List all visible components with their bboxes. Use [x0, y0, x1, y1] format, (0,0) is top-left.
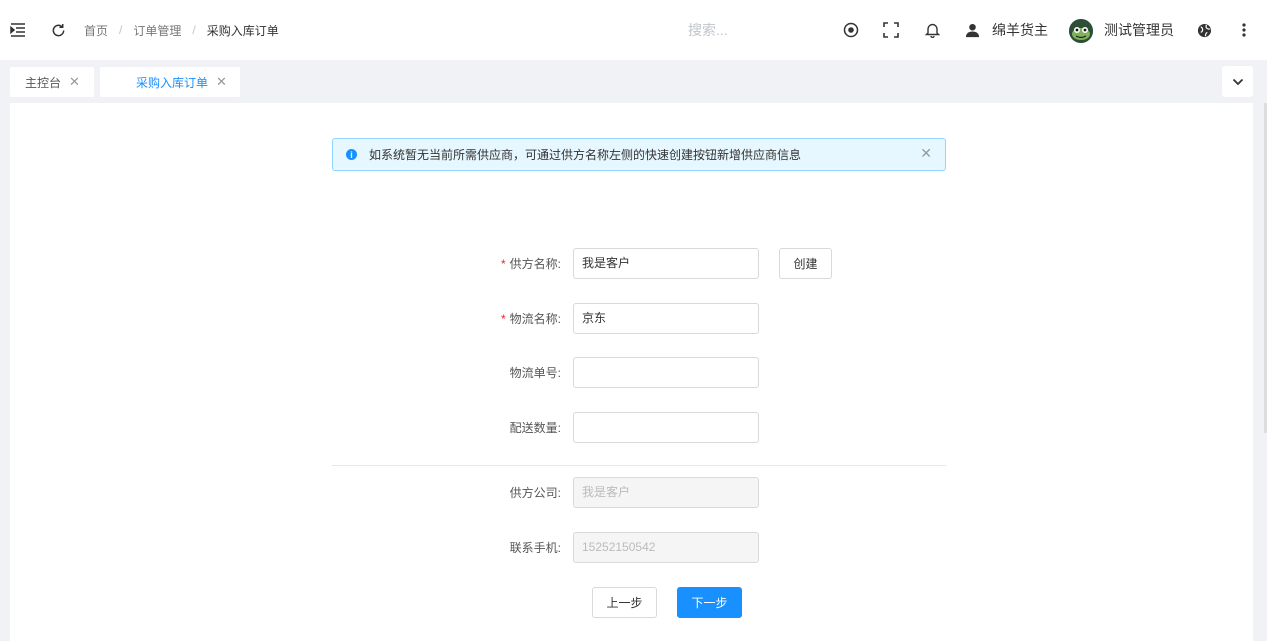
top-header: 首页 / 订单管理 / 采购入库订单 搜索... 绵羊货主 测试管理员: [0, 0, 1267, 60]
tab-purchase-inbound-order[interactable]: 采购入库订单 ✕: [100, 67, 240, 97]
avatar[interactable]: [1069, 19, 1093, 43]
supplier-company-input: 我是客户: [573, 477, 759, 508]
info-alert: i 如系统暂无当前所需供应商，可通过供方名称左侧的快速创建按钮新增供应商信息 ✕: [332, 138, 946, 171]
search-input[interactable]: 搜索...: [688, 0, 728, 60]
bell-icon[interactable]: [922, 0, 942, 60]
tab-dashboard[interactable]: 主控台 ✕: [10, 67, 94, 97]
breadcrumb-separator: /: [192, 23, 196, 37]
record-icon[interactable]: [841, 0, 861, 60]
logistics-name-label: * 物流名称:: [500, 312, 561, 326]
alert-text: 如系统暂无当前所需供应商，可通过供方名称左侧的快速创建按钮新增供应商信息: [369, 148, 802, 162]
user-name[interactable]: 绵羊货主: [992, 0, 1048, 60]
tab-dropdown-button[interactable]: [1222, 66, 1253, 97]
prev-step-button[interactable]: 上一步: [592, 587, 657, 618]
delivery-qty-input[interactable]: [573, 412, 759, 443]
breadcrumb-home[interactable]: 首页: [84, 22, 108, 39]
required-mark: *: [500, 312, 506, 326]
logistics-no-label: 物流单号:: [509, 366, 561, 380]
form-row-supplier-name: * 供方名称: 我是客户 创建: [10, 248, 1253, 280]
form-row-logistics-no: 物流单号:: [10, 357, 1253, 389]
admin-name[interactable]: 测试管理员: [1104, 0, 1174, 60]
required-mark: *: [500, 257, 506, 271]
form-row-logistics-name: * 物流名称: 京东: [10, 303, 1253, 335]
delivery-qty-label: 配送数量:: [509, 421, 561, 435]
menu-fold-icon[interactable]: [8, 0, 28, 60]
fullscreen-icon[interactable]: [881, 0, 901, 60]
refresh-icon[interactable]: [48, 0, 68, 60]
breadcrumb-separator: /: [119, 23, 123, 37]
supplier-name-label: * 供方名称:: [500, 257, 561, 271]
create-supplier-button[interactable]: 创建: [779, 248, 832, 279]
info-icon: i: [346, 149, 357, 160]
user-icon: [963, 0, 981, 60]
next-step-button[interactable]: 下一步: [677, 587, 742, 618]
logistics-no-input[interactable]: [573, 357, 759, 388]
form-row-contact-phone: 联系手机: 15252150542: [10, 532, 1253, 564]
tab-label: 主控台: [25, 75, 62, 90]
form-divider: [332, 465, 946, 466]
main-content: i 如系统暂无当前所需供应商，可通过供方名称左侧的快速创建按钮新增供应商信息 ✕…: [10, 103, 1253, 641]
breadcrumb: 首页 / 订单管理 / 采购入库订单: [84, 0, 279, 60]
form-row-delivery-qty: 配送数量:: [10, 412, 1253, 444]
close-icon[interactable]: ✕: [216, 74, 227, 90]
logistics-name-input[interactable]: 京东: [573, 303, 759, 334]
breadcrumb-order-management[interactable]: 订单管理: [133, 22, 181, 39]
tab-label: 采购入库订单: [136, 75, 209, 90]
close-icon[interactable]: ✕: [69, 74, 80, 90]
contact-phone-label: 联系手机:: [509, 541, 561, 555]
supplier-company-label: 供方公司:: [509, 486, 561, 500]
chevron-down-icon: [1232, 78, 1243, 85]
form-row-supplier-company: 供方公司: 我是客户: [10, 477, 1253, 509]
supplier-name-input[interactable]: 我是客户: [573, 248, 759, 279]
contact-phone-input: 15252150542: [573, 532, 759, 563]
breadcrumb-current: 采购入库订单: [206, 23, 279, 38]
more-vertical-icon[interactable]: [1236, 0, 1252, 60]
close-icon[interactable]: ✕: [920, 145, 932, 162]
tab-bar: 主控台 ✕ 采购入库订单 ✕: [0, 60, 1267, 103]
globe-icon[interactable]: [1195, 0, 1213, 60]
